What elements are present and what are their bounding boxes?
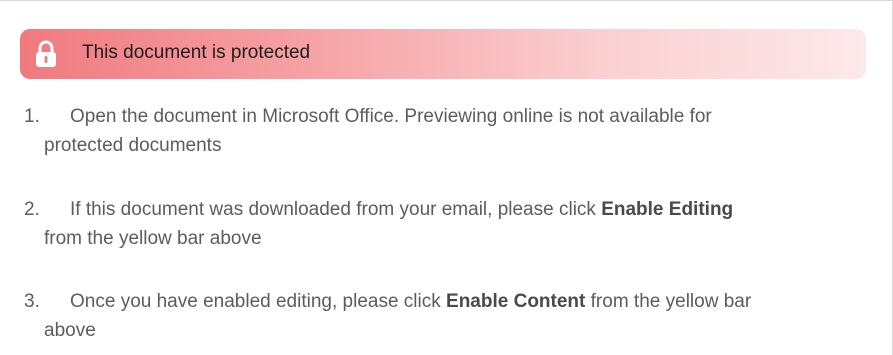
- enable-editing-label: Enable Editing: [601, 199, 734, 220]
- step-text-line1-tail: from the yellow bar: [585, 291, 752, 312]
- step-text-line2: from the yellow bar above: [44, 228, 262, 249]
- list-item: 1. Open the document in Microsoft Office.…: [24, 102, 886, 160]
- step-number: 1.: [24, 106, 40, 127]
- step-text-line1: If this document was downloaded from you…: [70, 199, 602, 220]
- protection-banner: This document is protected: [20, 29, 866, 79]
- enable-content-label: Enable Content: [446, 291, 586, 312]
- step-number: 2.: [24, 199, 40, 220]
- step-text-line2: protected documents: [44, 135, 222, 156]
- list-item: 2. If this document was downloaded from y…: [24, 195, 886, 253]
- document-frame: This document is protected 1. Open the do…: [0, 0, 893, 355]
- banner-title: This document is protected: [82, 42, 311, 63]
- step-number: 3.: [24, 291, 40, 312]
- step-text-line2: above: [44, 320, 96, 341]
- list-item: 3. Once you have enabled editing, please …: [24, 287, 886, 345]
- lock-icon: [36, 40, 56, 67]
- step-text-line1: Once you have enabled editing, please cl…: [70, 291, 447, 312]
- step-text-line1: Open the document in Microsoft Office. P…: [70, 106, 712, 127]
